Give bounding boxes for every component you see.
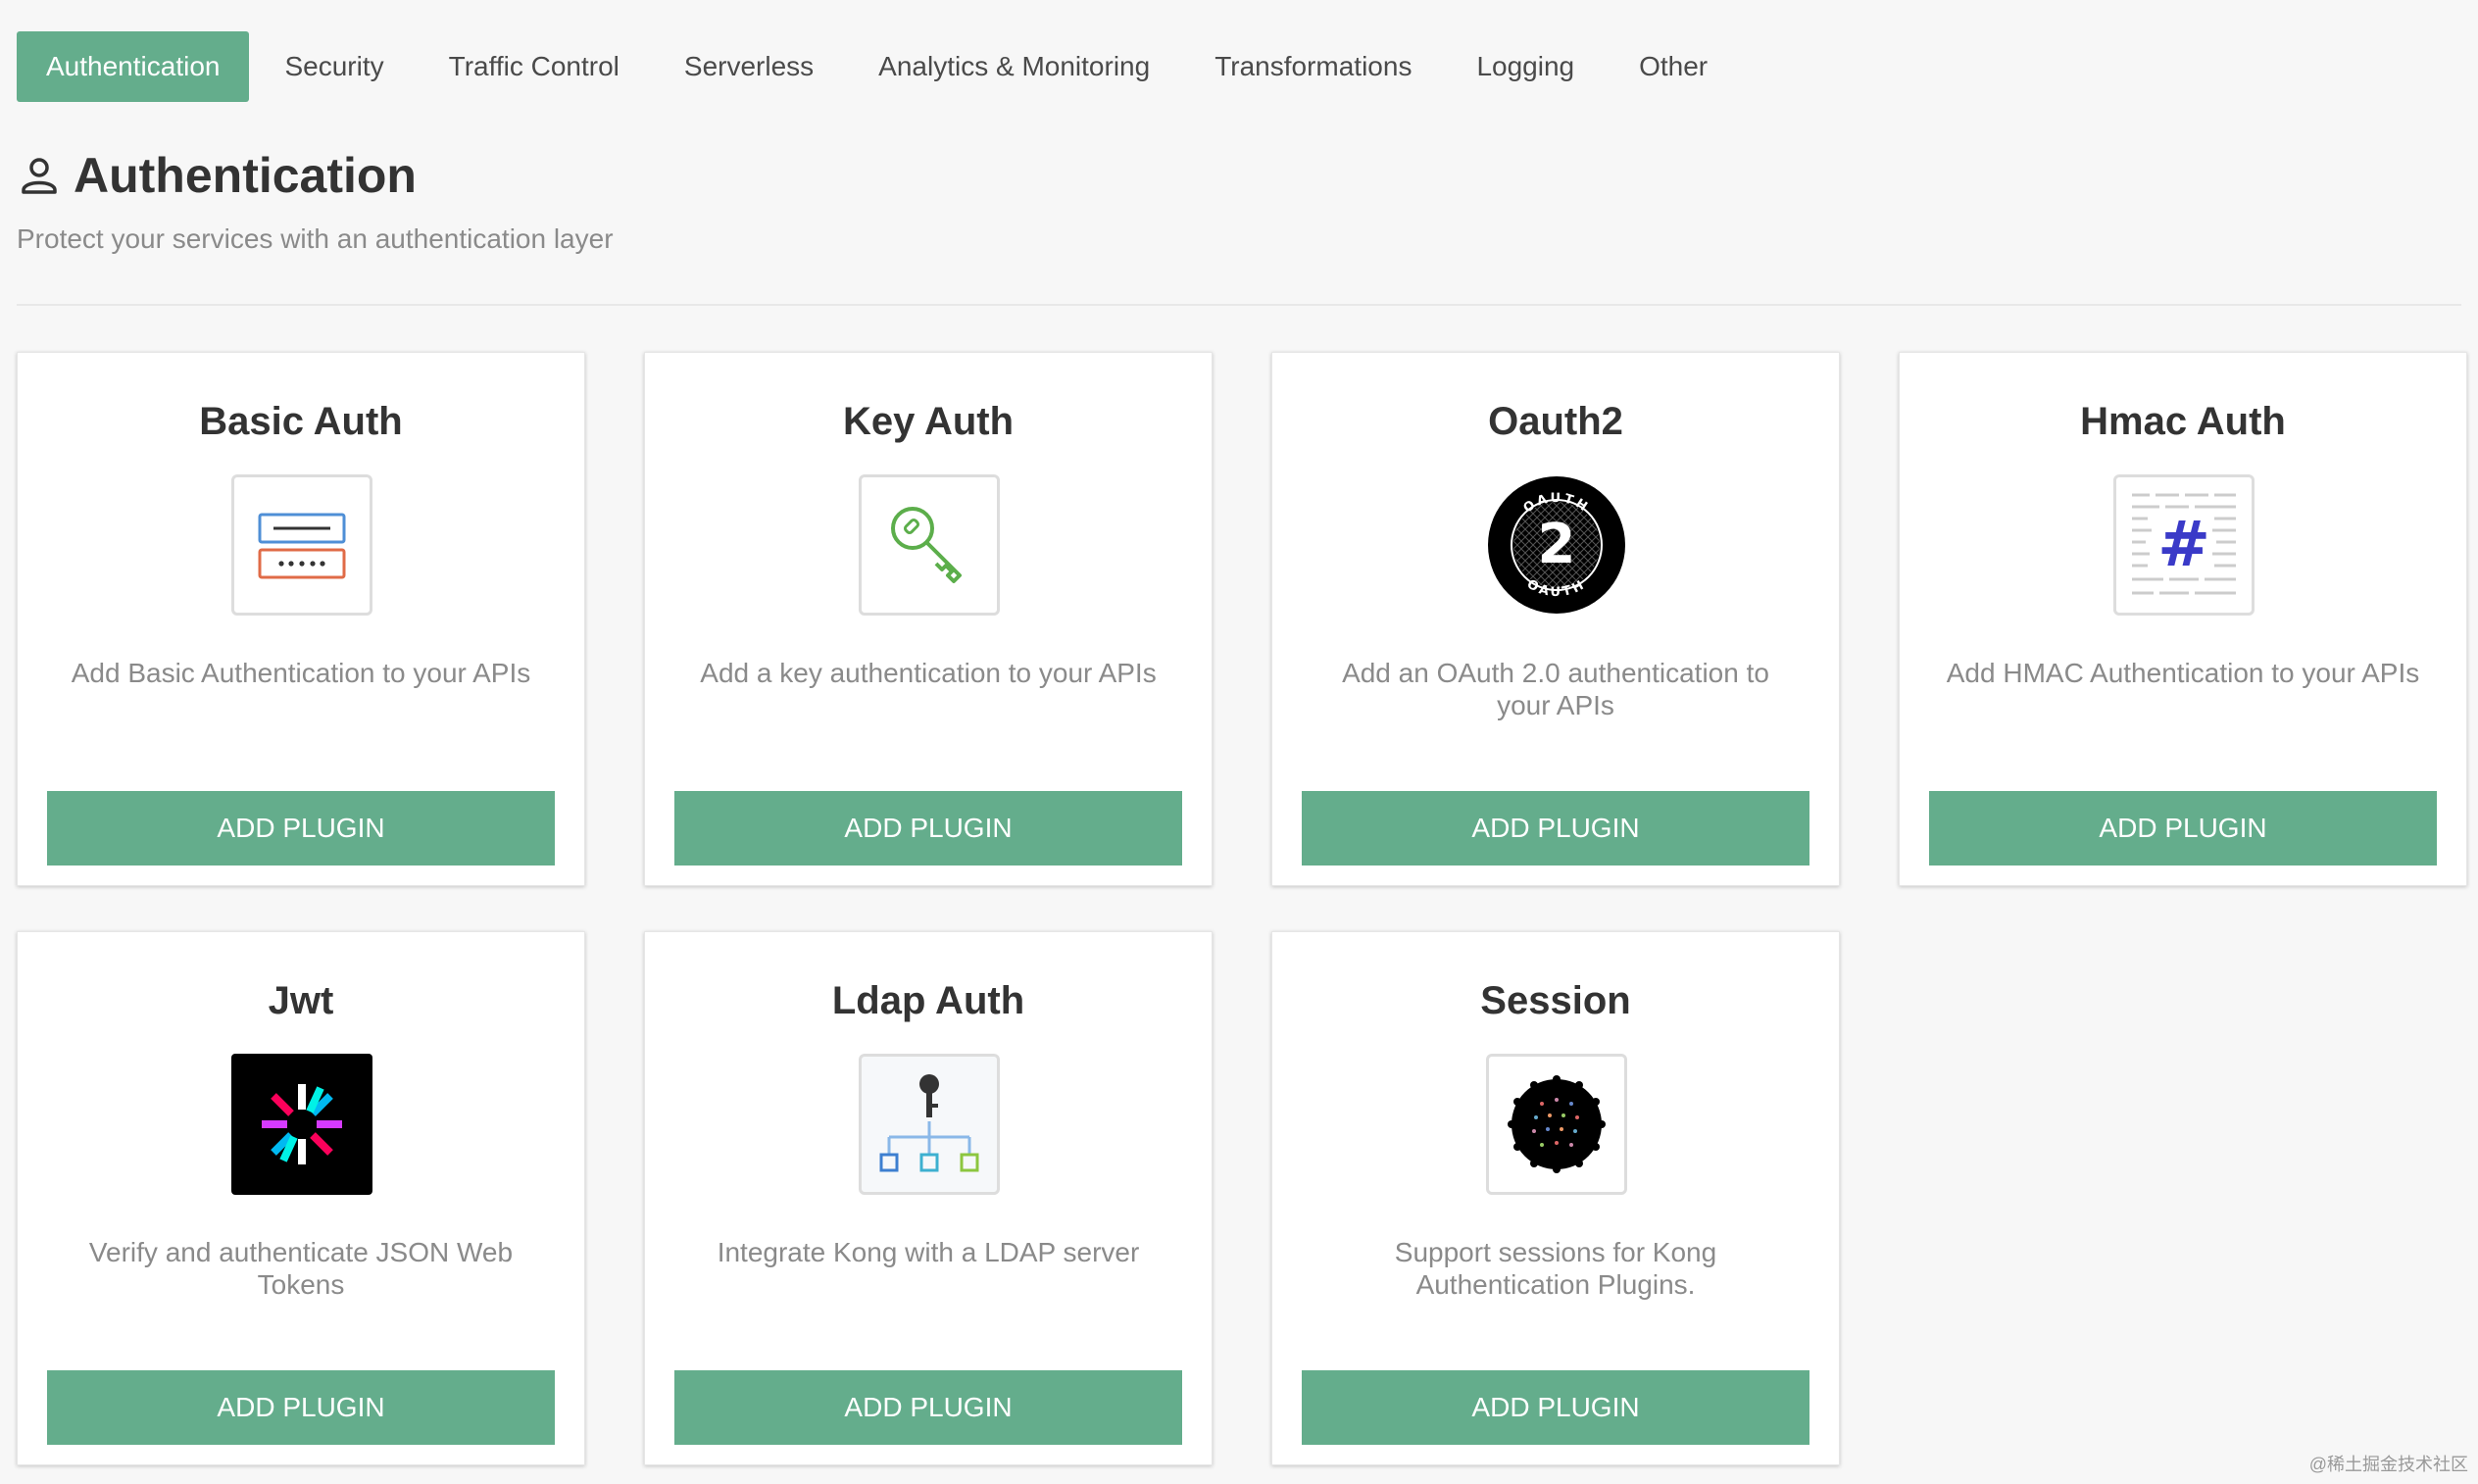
plugin-card-basic-auth: Basic Auth Add Basic Authentication to y…	[17, 352, 585, 886]
key-icon	[859, 474, 1000, 616]
tab-serverless[interactable]: Serverless	[655, 31, 843, 102]
page-subtitle: Protect your services with an authentica…	[17, 223, 614, 254]
card-description: Add HMAC Authentication to your APIs	[1946, 658, 2420, 688]
card-title: Jwt	[268, 979, 334, 1022]
session-cookie-icon	[1486, 1054, 1627, 1195]
card-title: Session	[1480, 979, 1631, 1022]
add-plugin-button[interactable]: ADD PLUGIN	[47, 1370, 555, 1445]
plugin-grid: Basic Auth Add Basic Authentication to y…	[17, 352, 2467, 1465]
tab-logging[interactable]: Logging	[1447, 31, 1604, 102]
jwt-icon	[231, 1054, 372, 1195]
plugin-card-jwt: Jwt Verify and authenticate JSON Web Tok…	[17, 931, 585, 1465]
hmac-hash-icon: #	[2113, 474, 2255, 616]
person-icon	[22, 158, 57, 194]
card-title: Hmac Auth	[2080, 400, 2286, 443]
tab-other[interactable]: Other	[1610, 31, 1737, 102]
ldap-icon	[859, 1054, 1000, 1195]
card-title: Oauth2	[1488, 400, 1623, 443]
card-title: Ldap Auth	[831, 979, 1025, 1022]
page-title: Authentication	[74, 148, 417, 203]
card-description: Verify and authenticate JSON Web Tokens	[88, 1237, 514, 1300]
card-description: Add a key authentication to your APIs	[700, 658, 1157, 688]
tab-traffic-control[interactable]: Traffic Control	[420, 31, 649, 102]
card-description: Add Basic Authentication to your APIs	[71, 658, 531, 688]
plugin-card-oauth2: Oauth2 2 OAUTH OAUTH Add an OAuth 2.0 au…	[1271, 352, 1840, 886]
plugin-card-ldap-auth: Ldap Auth Integrate Kong with a LDAP ser…	[644, 931, 1213, 1465]
card-description: Add an OAuth 2.0 authentication to your …	[1342, 658, 1769, 720]
add-plugin-button[interactable]: ADD PLUGIN	[47, 791, 555, 866]
tab-analytics-monitoring[interactable]: Analytics & Monitoring	[849, 31, 1179, 102]
category-tabs: Authentication Security Traffic Control …	[17, 31, 1743, 102]
oauth2-icon: 2 OAUTH OAUTH	[1486, 474, 1627, 616]
add-plugin-button[interactable]: ADD PLUGIN	[1302, 791, 1809, 866]
divider	[17, 304, 2461, 306]
add-plugin-button[interactable]: ADD PLUGIN	[674, 791, 1182, 866]
section-header: Authentication Protect your services wit…	[17, 147, 614, 255]
card-title: Key Auth	[842, 400, 1015, 443]
tab-transformations[interactable]: Transformations	[1185, 31, 1441, 102]
watermark: @稀土掘金技术社区	[2308, 1455, 2468, 1474]
card-description: Support sessions for Kong Authentication…	[1394, 1237, 1717, 1300]
plugin-card-hmac-auth: Hmac Auth # Add HMAC Authentication to y…	[1899, 352, 2467, 886]
oauth2-icon-number: 2	[1538, 513, 1576, 576]
plugin-card-session: Session Support sessions for Kong Authen…	[1271, 931, 1840, 1465]
add-plugin-button[interactable]: ADD PLUGIN	[674, 1370, 1182, 1445]
plugin-card-key-auth: Key Auth Add a key authentication to you…	[644, 352, 1213, 886]
hash-symbol: #	[2157, 509, 2210, 581]
card-description: Integrate Kong with a LDAP server	[717, 1237, 1140, 1267]
basic-auth-icon	[231, 474, 372, 616]
tab-security[interactable]: Security	[255, 31, 413, 102]
tab-authentication[interactable]: Authentication	[17, 31, 250, 102]
add-plugin-button[interactable]: ADD PLUGIN	[1302, 1370, 1809, 1445]
card-title: Basic Auth	[199, 400, 403, 443]
add-plugin-button[interactable]: ADD PLUGIN	[1929, 791, 2437, 866]
